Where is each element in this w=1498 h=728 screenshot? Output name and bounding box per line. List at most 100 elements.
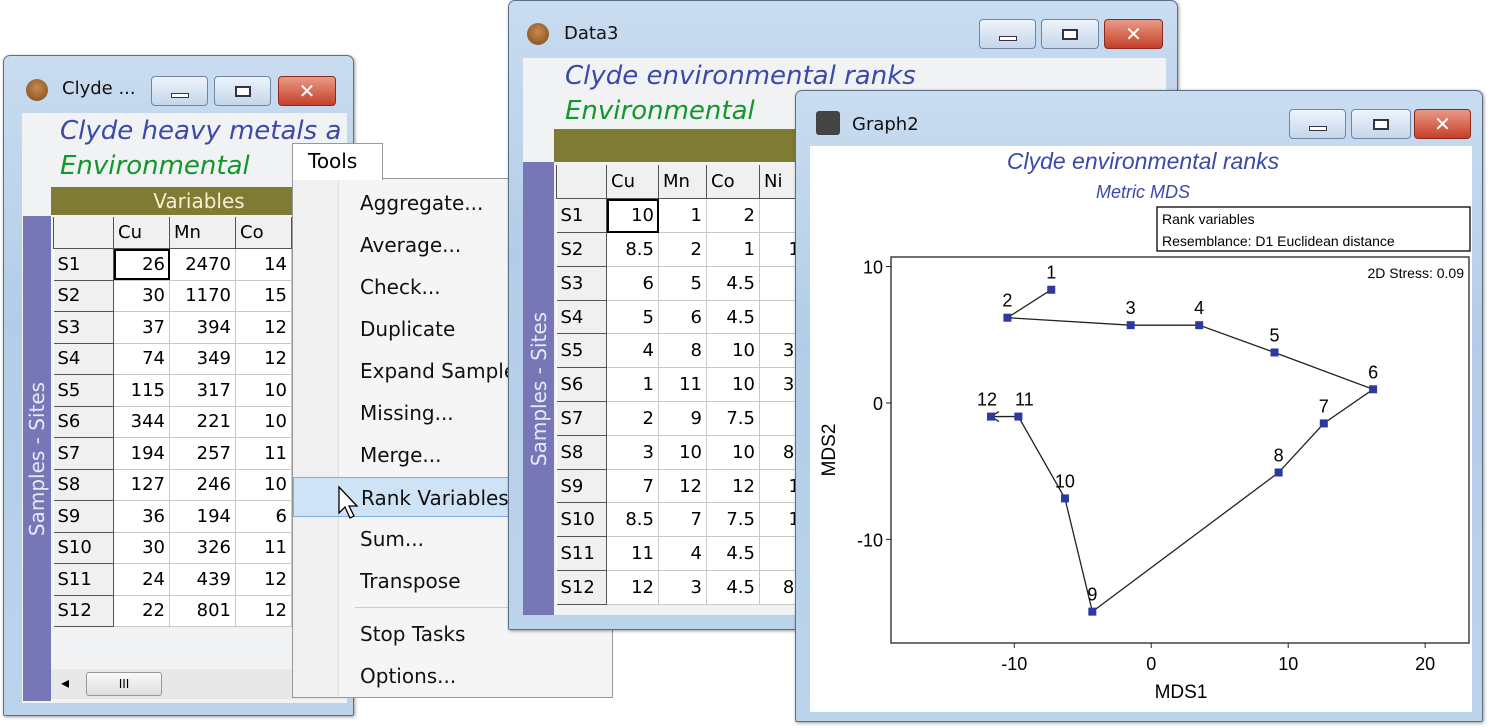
menu-item-options[interactable]: Options... [293,656,612,696]
row-header[interactable]: S11 [53,563,114,596]
data-cell[interactable]: 9 [658,401,707,436]
row-header[interactable]: S5 [53,374,114,407]
data-cell[interactable]: 12 [235,311,292,344]
data-cell[interactable]: 4.5 [706,536,760,572]
row-header[interactable]: S12 [556,570,607,605]
data-cell[interactable]: 36 [113,500,170,533]
data-cell[interactable]: 4 [658,536,707,572]
data-cell[interactable]: 194 [113,437,170,470]
row-header[interactable]: S2 [556,232,607,267]
data-cell[interactable]: 8 [658,333,707,369]
row-header[interactable]: S10 [556,502,607,538]
data-cell[interactable]: 349 [169,342,236,375]
data-table[interactable]: Cu Mn Co S1 26 2470 14 S2 30 1170 15 S3 37 394 12 S4 74 3… [53,217,292,627]
minimize-button[interactable] [979,19,1036,49]
column-header[interactable]: Co [706,165,760,200]
data-cell[interactable]: 24 [113,563,170,596]
data-cell[interactable]: 8.5 [606,232,659,267]
tools-menu-tab[interactable]: Tools [292,143,383,180]
scroll-thumb[interactable]: III [86,672,162,696]
data-cell[interactable]: 7 [658,502,707,538]
column-header[interactable]: Cu [113,217,170,249]
data-cell[interactable]: 326 [169,531,236,564]
row-header[interactable]: S8 [556,434,607,470]
data-cell[interactable]: 221 [169,405,236,438]
data-cell[interactable]: 4.5 [706,299,760,335]
data-cell[interactable]: 7.5 [706,401,760,436]
data-cell[interactable]: 2470 [169,248,236,281]
row-header[interactable]: S5 [556,333,607,369]
data-cell[interactable]: 246 [169,468,236,501]
data-cell[interactable]: 10 [235,374,292,407]
data-cell[interactable]: 7 [606,468,659,504]
data-cell[interactable]: 6 [235,500,292,533]
data-cell[interactable]: 115 [113,374,170,407]
row-header[interactable]: S3 [556,265,607,301]
data-cell[interactable]: 1 [658,198,707,234]
data-cell[interactable]: 11 [658,367,707,403]
data-cell[interactable]: 5 [658,265,707,301]
maximize-button[interactable] [1351,109,1411,139]
data-cell[interactable]: 127 [113,468,170,501]
data-cell[interactable]: 10 [706,434,760,470]
row-header[interactable]: S10 [53,531,114,564]
data-cell[interactable]: 10 [658,434,707,470]
data-table[interactable]: CuMnCoNiS11012S28.5211S3654.5S4564.5S548… [556,165,805,605]
data-cell[interactable]: 317 [169,374,236,407]
row-header[interactable]: S3 [53,311,114,344]
row-header[interactable]: S12 [53,594,114,627]
data-cell[interactable]: 1170 [169,279,236,312]
data-cell[interactable]: 12 [235,342,292,375]
row-header[interactable]: S1 [556,198,607,234]
row-header[interactable]: S8 [53,468,114,501]
data-cell[interactable]: 10 [706,367,760,403]
data-cell[interactable]: 12 [706,468,760,504]
data-cell[interactable]: 439 [169,563,236,596]
data-cell[interactable]: 194 [169,500,236,533]
data-cell[interactable]: 12 [235,563,292,596]
row-header[interactable]: S2 [53,279,114,312]
column-header[interactable]: Mn [169,217,236,249]
data-cell[interactable]: 6 [606,265,659,301]
column-header[interactable]: Mn [658,165,707,200]
data-cell[interactable]: 7.5 [706,502,760,538]
data-cell[interactable]: 1 [606,367,659,403]
data-cell[interactable]: 12 [658,468,707,504]
data-cell[interactable]: 12 [235,594,292,627]
data-cell[interactable]: 801 [169,594,236,627]
data-cell[interactable]: 10 [235,468,292,501]
row-header[interactable]: S6 [556,367,607,403]
row-header[interactable]: S7 [556,401,607,436]
close-button[interactable]: ✕ [1104,19,1163,49]
data-cell[interactable]: 12 [606,570,659,605]
row-header[interactable]: S4 [53,342,114,375]
row-header[interactable]: S9 [556,468,607,504]
data-cell[interactable]: 10 [235,405,292,438]
maximize-button[interactable] [1041,19,1099,49]
close-button[interactable]: ✕ [278,76,336,106]
row-header[interactable]: S11 [556,536,607,572]
data-cell[interactable]: 10 [606,198,659,234]
data-cell[interactable]: 15 [235,279,292,312]
row-header[interactable]: S7 [53,437,114,470]
maximize-button[interactable] [214,76,271,106]
row-header[interactable]: S1 [53,248,114,281]
data-cell[interactable]: 4.5 [706,265,760,301]
data-cell[interactable]: 14 [235,248,292,281]
data-cell[interactable]: 1 [706,232,760,267]
minimize-button[interactable] [1289,109,1346,139]
column-header[interactable]: Cu [606,165,659,200]
data-cell[interactable]: 4 [606,333,659,369]
row-header[interactable]: S6 [53,405,114,438]
data-cell[interactable]: 4.5 [706,570,760,605]
data-cell[interactable]: 30 [113,279,170,312]
data-cell[interactable]: 2 [658,232,707,267]
window-graph2[interactable]: Graph2 ✕ Clyde environmental ranks Metri… [795,90,1483,722]
data-cell[interactable]: 257 [169,437,236,470]
data-cell[interactable]: 6 [658,299,707,335]
data-cell[interactable]: 30 [113,531,170,564]
minimize-button[interactable] [151,76,208,106]
row-header[interactable]: S4 [556,299,607,335]
data-cell[interactable]: 5 [606,299,659,335]
data-cell[interactable]: 8.5 [606,502,659,538]
